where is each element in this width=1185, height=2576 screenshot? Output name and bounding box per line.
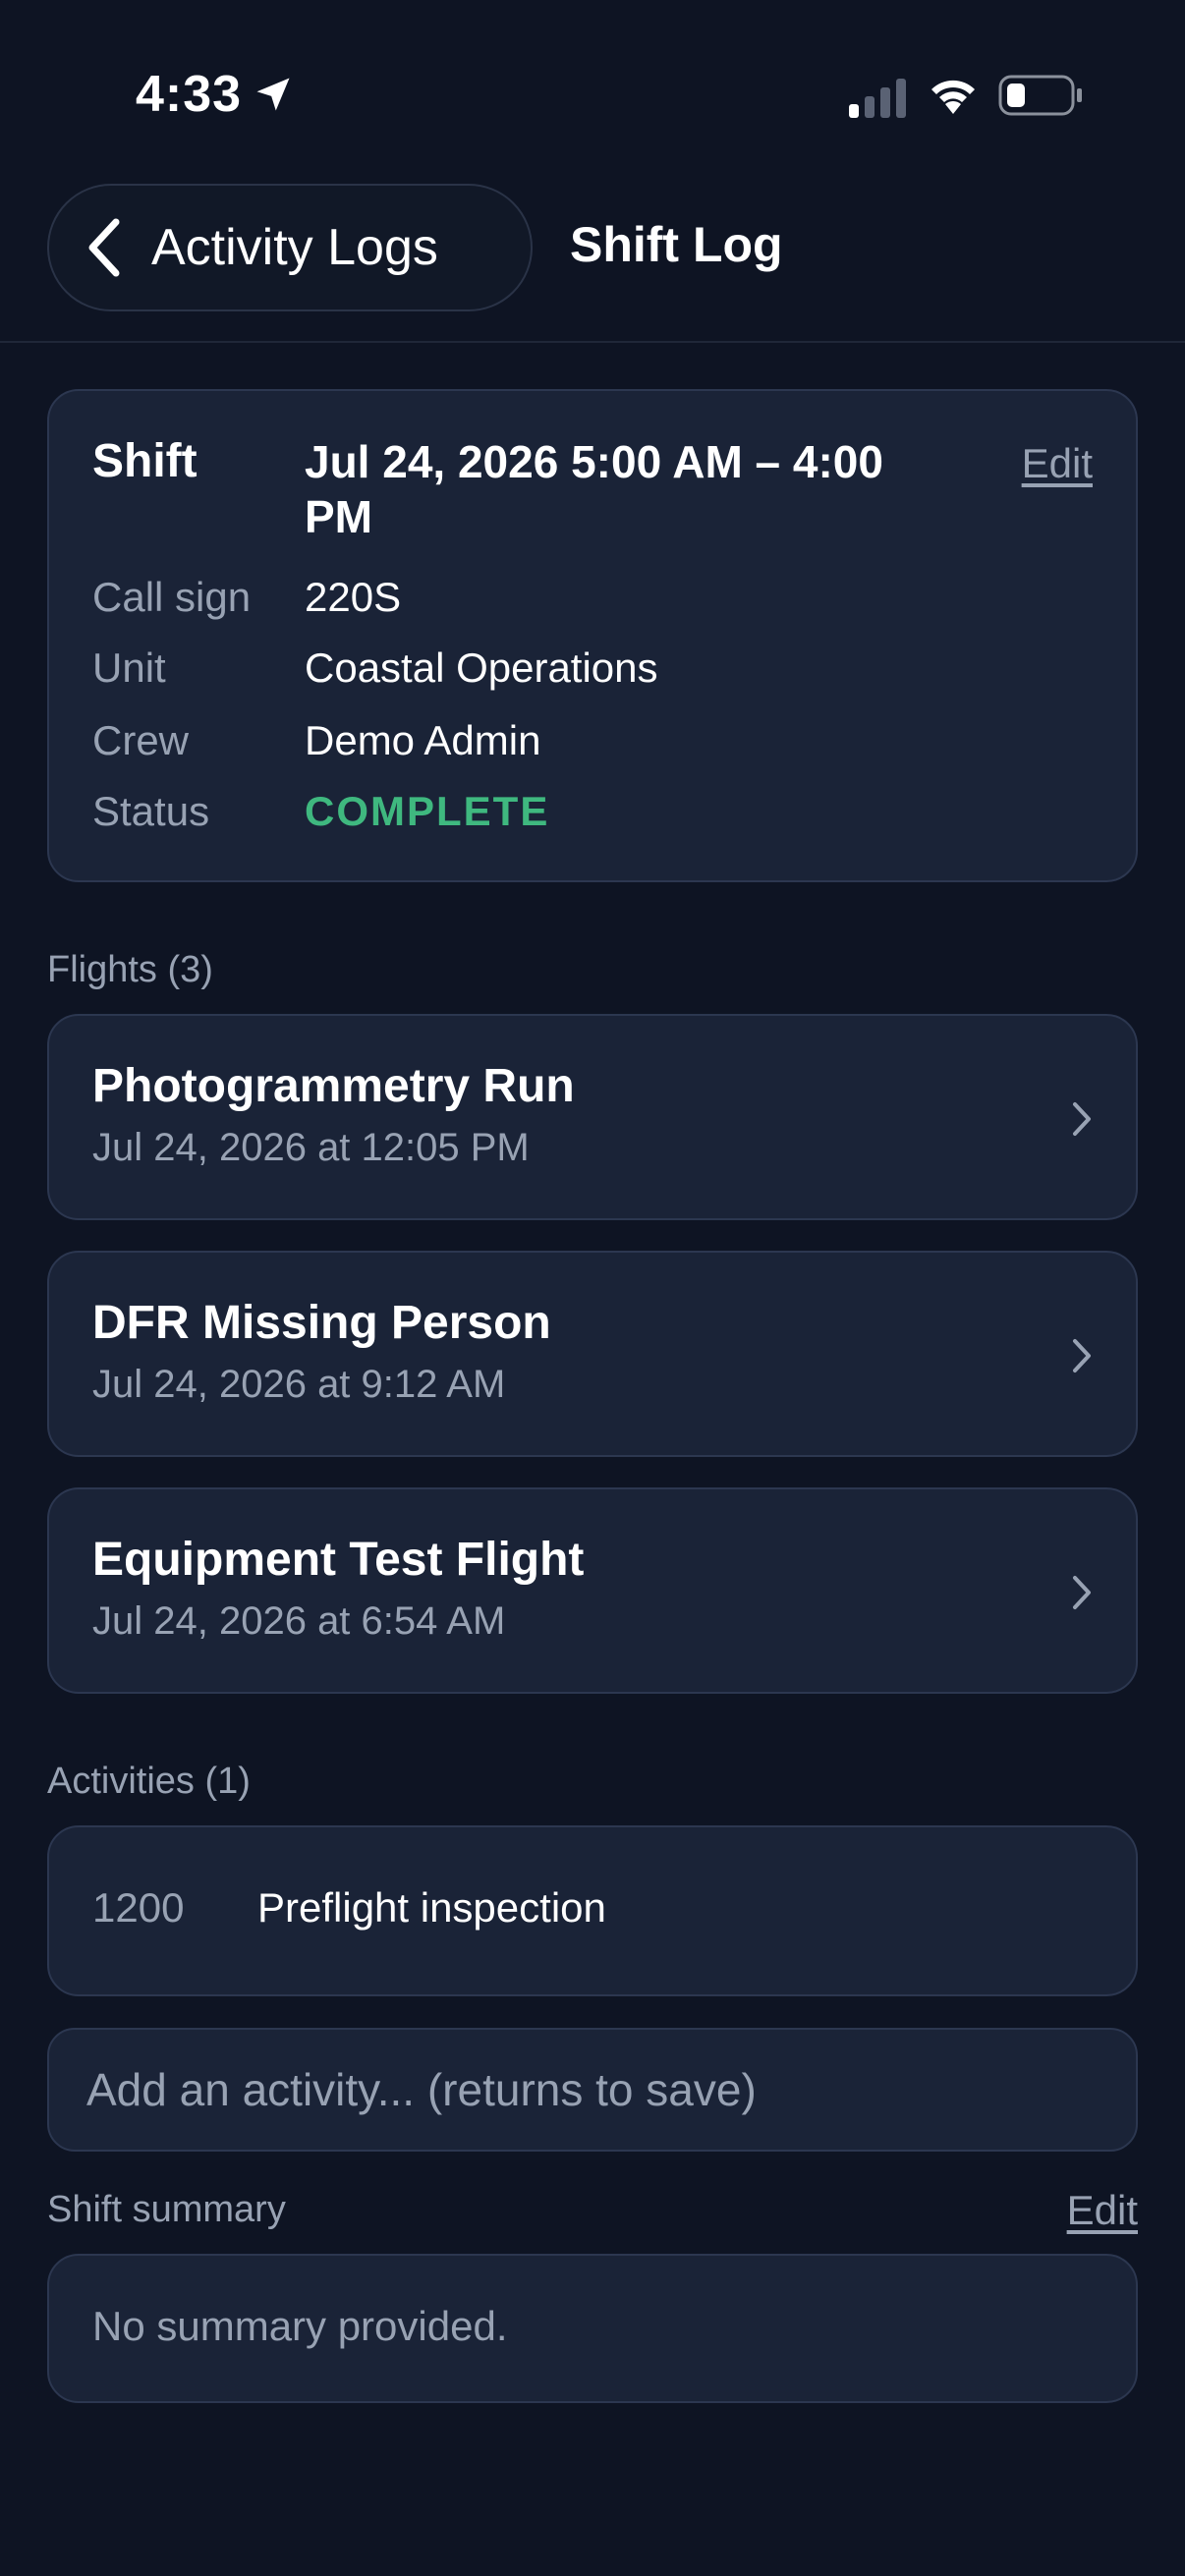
activities-section-label: Activities (1) [47,1761,251,1802]
status-bar: 4:33 [0,0,1185,187]
crew-value: Demo Admin [305,717,541,763]
shift-summary-card[interactable]: No summary provided. [47,2254,1138,2403]
flights-section-label: Flights (3) [47,949,213,990]
crew-label: Crew [92,717,190,763]
edit-shift-link[interactable]: Edit [1022,440,1093,487]
chevron-right-icon [1073,1102,1091,1136]
edit-summary-link[interactable]: Edit [1067,2187,1138,2234]
page-title: Shift Log [570,217,783,272]
cellular-signal-icon [849,79,906,118]
flight-item[interactable]: DFR Missing Person Jul 24, 2026 at 9:12 … [47,1251,1138,1457]
add-activity-input[interactable] [47,2028,1138,2152]
status-time: 4:33 [136,65,295,124]
back-button[interactable]: Activity Logs [47,184,533,311]
activity-item[interactable]: 1200 Preflight inspection [47,1825,1138,1996]
shift-time-range: Jul 24, 2026 5:00 AM – 4:00 PM [305,436,883,542]
flight-datetime: Jul 24, 2026 at 9:12 AM [92,1363,506,1406]
shift-summary-label: Shift summary [47,2189,286,2230]
battery-icon [998,75,1082,116]
flight-title: Equipment Test Flight [92,1534,585,1586]
chevron-left-icon [88,218,120,277]
activity-text: Preflight inspection [257,1884,606,1931]
status-badge: COMPLETE [305,788,550,834]
call-sign-value: 220S [305,574,402,620]
flight-title: DFR Missing Person [92,1297,551,1349]
activity-time: 1200 [92,1884,185,1931]
wifi-icon [931,80,975,114]
unit-label: Unit [92,644,166,691]
nav-header: Activity Logs Shift Log [0,182,1185,343]
flight-datetime: Jul 24, 2026 at 12:05 PM [92,1126,530,1169]
chevron-right-icon [1073,1339,1091,1372]
shift-details-card: Shift Jul 24, 2026 5:00 AM – 4:00 PM Edi… [47,389,1138,882]
shift-label: Shift [92,435,198,487]
back-button-label: Activity Logs [151,219,438,276]
flight-item[interactable]: Equipment Test Flight Jul 24, 2026 at 6:… [47,1487,1138,1694]
summary-text: No summary provided. [92,2303,508,2349]
flight-datetime: Jul 24, 2026 at 6:54 AM [92,1599,506,1643]
flight-item[interactable]: Photogrammetry Run Jul 24, 2026 at 12:05… [47,1014,1138,1220]
call-sign-label: Call sign [92,574,252,620]
status-label: Status [92,788,210,834]
location-arrow-icon [256,78,290,111]
chevron-right-icon [1073,1576,1091,1609]
status-time-text: 4:33 [136,66,243,123]
unit-value: Coastal Operations [305,644,658,691]
flight-title: Photogrammetry Run [92,1060,575,1112]
